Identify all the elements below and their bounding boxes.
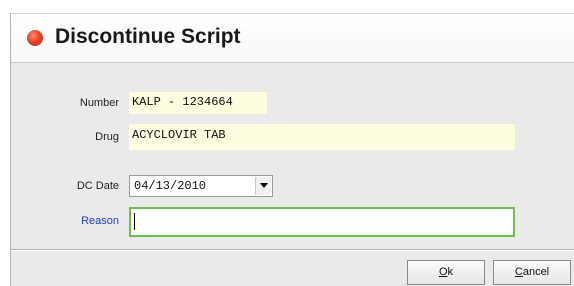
drug-label: Drug bbox=[95, 131, 119, 143]
reason-input[interactable] bbox=[129, 207, 515, 237]
dc-date-label: DC Date bbox=[76, 180, 119, 192]
dc-date-value[interactable]: 04/13/2010 bbox=[134, 178, 206, 194]
text-caret bbox=[134, 213, 135, 230]
red-dot-icon bbox=[27, 30, 43, 46]
dialog-title: Discontinue Script bbox=[55, 25, 241, 48]
dc-date-picker[interactable]: 04/13/2010 bbox=[129, 175, 273, 197]
number-value: KALP - 1234664 bbox=[129, 92, 267, 114]
cancel-label-rest: ancel bbox=[522, 266, 550, 278]
reason-label: Reason bbox=[81, 215, 119, 227]
discontinue-script-dialog: Discontinue Script Number KALP - 1234664… bbox=[10, 13, 574, 286]
ok-label-rest: k bbox=[447, 266, 454, 278]
drug-value: ACYCLOVIR TAB bbox=[129, 124, 515, 150]
ok-button[interactable]: Ok bbox=[407, 260, 485, 285]
screen: Discontinue Script Number KALP - 1234664… bbox=[0, 0, 574, 286]
chevron-down-icon bbox=[260, 183, 268, 188]
footer-divider bbox=[11, 249, 574, 251]
dropdown-button[interactable] bbox=[255, 177, 271, 195]
number-label: Number bbox=[79, 97, 119, 109]
cancel-button[interactable]: Cancel bbox=[493, 260, 571, 285]
dialog-header: Discontinue Script bbox=[11, 14, 574, 63]
cancel-mnemonic: C bbox=[514, 266, 523, 278]
ok-mnemonic: O bbox=[438, 266, 448, 278]
